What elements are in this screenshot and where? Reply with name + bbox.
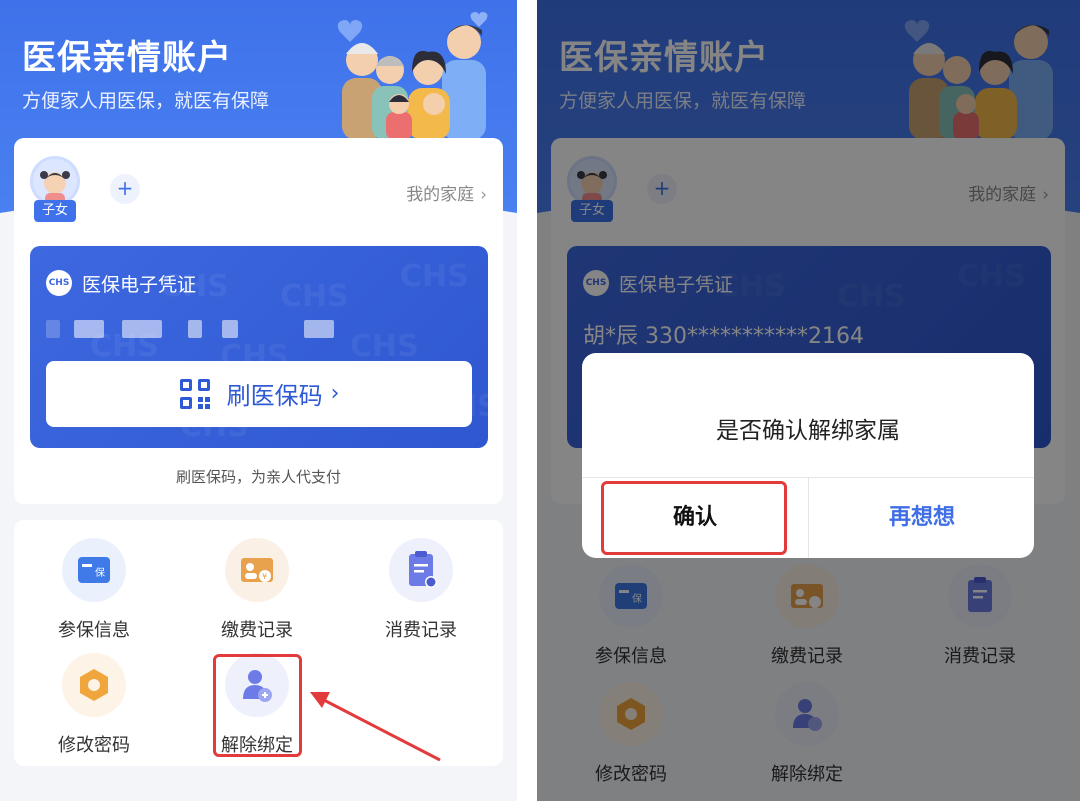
menu-item-change-password[interactable]: 修改密码 xyxy=(34,653,154,757)
ecard-title: 医保电子凭证 xyxy=(82,274,197,296)
menu-item-insurance-info[interactable]: 保 参保信息 xyxy=(34,538,154,642)
svg-text:CHS: CHS xyxy=(400,259,469,294)
chevron-right-icon: › xyxy=(480,185,487,205)
menu-label: 消费记录 xyxy=(385,620,457,641)
family-card: 子女 + 我的家庭› CHSCHSCHS CHSCHSCHS CHSCHSCHS… xyxy=(14,138,503,504)
menu-label: 修改密码 xyxy=(58,735,130,756)
menu-item-consumption-record[interactable]: 消费记录 xyxy=(361,538,481,642)
dialog-message: 是否确认解绑家属 xyxy=(716,418,900,444)
scan-hint-text: 刷医保码，为亲人代支付 xyxy=(175,468,341,486)
consumption-record-icon xyxy=(389,538,453,602)
menu-item-payment-record[interactable]: ¥ 缴费记录 xyxy=(197,538,317,642)
child-avatar-icon xyxy=(40,171,70,203)
svg-text:CHS: CHS xyxy=(350,329,419,364)
right-screen: 医保亲情账户 方便家人用医保，就医有保障 子女 + 我的家庭 › CHS CHS… xyxy=(537,0,1080,801)
confirm-highlight-box xyxy=(601,481,787,555)
insurance-card-icon: 保 xyxy=(62,538,126,602)
payment-record-icon: ¥ xyxy=(225,538,289,602)
reconsider-button[interactable]: 再想想 xyxy=(809,477,1034,558)
family-illustration xyxy=(337,12,488,140)
chevron-right-icon: › xyxy=(330,381,340,406)
my-family-label: 我的家庭 xyxy=(406,185,475,205)
page-subtitle: 方便家人用医保，就医有保障 xyxy=(22,90,270,112)
menu-label: 参保信息 xyxy=(58,620,130,641)
qr-code-icon xyxy=(179,378,210,409)
svg-text:¥: ¥ xyxy=(262,572,267,581)
menu-label: 缴费记录 xyxy=(221,620,293,641)
svg-text:CHS: CHS xyxy=(280,279,349,314)
change-password-icon xyxy=(62,653,126,717)
add-member-button[interactable]: + xyxy=(110,174,140,204)
unbind-highlight-box xyxy=(213,654,302,757)
svg-text:保: 保 xyxy=(95,566,105,579)
member-avatar[interactable]: 子女 xyxy=(30,156,80,222)
blurred-id-number xyxy=(46,320,346,338)
chs-logo-icon: CHS xyxy=(46,270,72,296)
scan-insurance-code-button[interactable]: 刷医保码 › xyxy=(46,361,472,427)
scan-button-label: 刷医保码 xyxy=(226,382,323,410)
left-screen: 医保亲情账户 方便家人用医保，就医有保障 子女 + 我的家庭 › CHS CHS… xyxy=(0,0,517,801)
pointer-arrow-icon xyxy=(310,692,441,762)
medical-insurance-ecard: CHSCHSCHS CHSCHSCHS CHSCHSCHSCHS CHS 医保电… xyxy=(30,246,488,448)
page-title: 医保亲情账户 xyxy=(22,38,232,78)
avatar-relation-tag: 子女 xyxy=(34,200,76,222)
my-family-link[interactable]: 我的家庭 › xyxy=(406,180,487,205)
